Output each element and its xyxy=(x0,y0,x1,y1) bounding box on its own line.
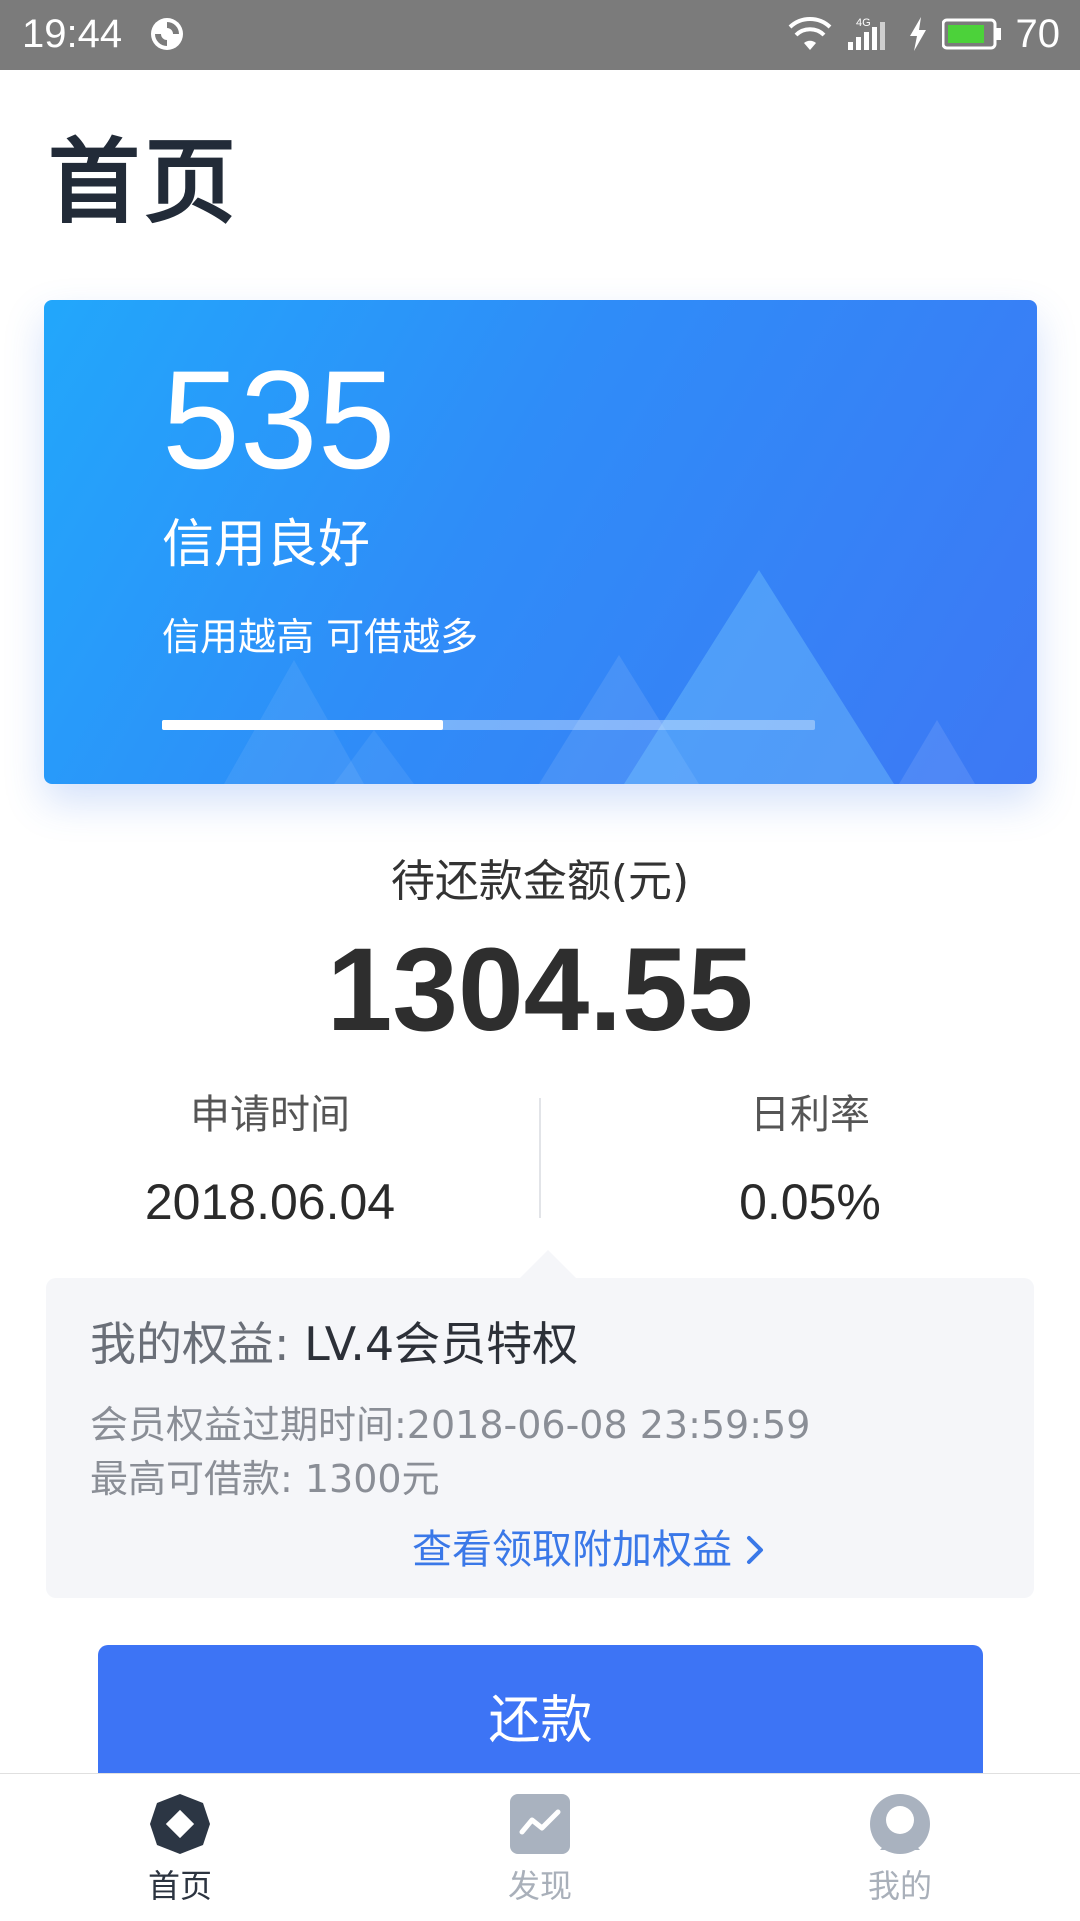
charging-icon xyxy=(909,17,926,51)
chevron-right-icon xyxy=(747,1536,763,1564)
apply-time-value: 2018.06.04 xyxy=(144,1174,396,1230)
tab-discover[interactable]: 发现 xyxy=(460,1792,620,1908)
apply-time-label: 申请时间 xyxy=(190,1092,350,1138)
sync-icon xyxy=(151,18,183,50)
bottom-tab-bar: 首页 发现 我的 xyxy=(0,1773,1080,1921)
credit-level: 信用良好 xyxy=(162,515,371,575)
tab-home-label: 首页 xyxy=(147,1867,212,1905)
daily-rate-block: 日利率 0.05% xyxy=(540,1085,1080,1237)
credit-score-card[interactable]: 535 信用良好 信用越高 可借越多 xyxy=(44,300,1037,784)
home-icon xyxy=(150,1794,210,1854)
profile-icon xyxy=(870,1794,930,1854)
benefit-title: 我的权益: LV.4会员特权 xyxy=(90,1312,578,1376)
tab-discover-label: 发现 xyxy=(507,1867,572,1905)
tab-profile-label: 我的 xyxy=(867,1867,932,1905)
repay-amount-label: 待还款金额(元) xyxy=(390,856,690,907)
wifi-icon xyxy=(788,17,831,50)
credit-progress-fill xyxy=(162,720,443,730)
repay-amount-value: 1304.55 xyxy=(326,924,754,1056)
discover-icon xyxy=(510,1794,570,1854)
status-bar: 19:44 4G 70 xyxy=(0,0,1080,70)
view-extra-benefits-link[interactable]: 查看领取附加权益 xyxy=(412,1522,764,1578)
network-type: 4G xyxy=(856,17,871,29)
benefit-title-key: 我的权益: xyxy=(90,1317,290,1371)
page-title: 首页 xyxy=(48,129,241,236)
repay-button[interactable]: 还款 xyxy=(98,1645,983,1785)
battery-icon xyxy=(941,18,1001,50)
credit-progress-bar xyxy=(162,720,815,730)
tab-profile[interactable]: 我的 xyxy=(820,1792,980,1908)
view-extra-benefits-label: 查看领取附加权益 xyxy=(412,1527,732,1573)
battery-level: 70 xyxy=(1015,12,1061,56)
daily-rate-value: 0.05% xyxy=(739,1174,881,1230)
daily-rate-label: 日利率 xyxy=(750,1092,870,1138)
status-time: 19:44 xyxy=(22,12,123,56)
benefits-panel: 我的权益: LV.4会员特权 会员权益过期时间:2018-06-08 23:59… xyxy=(46,1278,1034,1598)
credit-score: 535 xyxy=(162,341,396,498)
tab-home[interactable]: 首页 xyxy=(100,1792,260,1908)
apply-time-block: 申请时间 2018.06.04 xyxy=(0,1085,540,1237)
signal-icon: 4G xyxy=(847,17,885,50)
benefit-title-value: LV.4会员特权 xyxy=(304,1317,579,1371)
benefit-expiry: 会员权益过期时间:2018-06-08 23:59:59 xyxy=(90,1403,811,1447)
status-right: 4G 70 xyxy=(788,10,1061,58)
benefit-pointer xyxy=(520,1250,576,1278)
credit-tip: 信用越高 可借越多 xyxy=(162,615,479,659)
benefit-max-loan: 最高可借款: 1300元 xyxy=(90,1457,440,1501)
